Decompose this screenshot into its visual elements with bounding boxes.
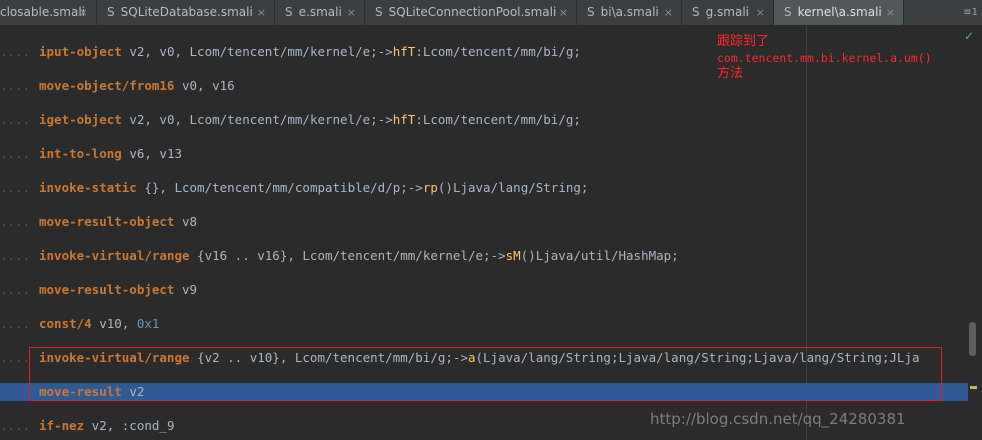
opcode: int-to-long [39, 146, 122, 161]
close-tab-icon[interactable]: × [886, 0, 895, 25]
signature: :Lcom/tencent/mm/bi/g; [415, 44, 581, 59]
operands: v0, v16 [174, 78, 235, 93]
tab-5[interactable]: Sbi\a.smali × [577, 0, 682, 25]
signature: ()Ljava/lang/String; [437, 180, 589, 195]
tab-3[interactable]: Se.smali × [275, 0, 365, 25]
close-tab-icon[interactable]: × [79, 0, 88, 25]
tab-label: g.smali [705, 5, 750, 19]
smali-file-icon: S [375, 5, 383, 19]
tab-2[interactable]: S SQLiteDatabase.smali × [97, 0, 275, 25]
annotation-line-3: 方法 [717, 66, 744, 81]
code-line[interactable]: .... invoke-virtual/range {v2 .. v10}, Lc… [0, 349, 968, 367]
tab-label: bi\a.smali [600, 5, 659, 19]
annotation-line-1: 跟踪到了 [717, 34, 770, 49]
literal-number: 0x1 [136, 316, 160, 331]
tab-label: closable.smali [0, 5, 85, 19]
indent-guide: .... [0, 350, 31, 365]
indent-guide: .... [0, 418, 31, 433]
operands: {v16 .. v16}, [189, 248, 303, 263]
code-line[interactable]: .... move-result-object v8 [0, 213, 968, 231]
indent-guide: .... [0, 214, 31, 229]
opcode: iget-object [39, 112, 122, 127]
indent-guide: .... [0, 78, 31, 93]
annotation-line-2: com.tencent.mm.bi.kernel.a.um() [717, 51, 932, 65]
smali-file-icon: S [692, 5, 700, 19]
tab-7[interactable]: Skernel\a.smali × [774, 0, 904, 25]
close-tab-icon[interactable]: × [347, 0, 356, 25]
operands: v2, v0, [121, 44, 190, 59]
opcode: move-result-object [39, 214, 175, 229]
operands: v2 [121, 384, 145, 399]
indent-guide: .... [0, 282, 31, 297]
smali-file-icon: S [784, 5, 792, 19]
watermark: http://blog.csdn.net/qq_24280381 [650, 410, 906, 428]
opcode: move-object/from16 [39, 78, 175, 93]
opcode: move-result [39, 384, 122, 399]
signature: :Lcom/tencent/mm/bi/g; [415, 112, 581, 127]
code-line[interactable]: .... move-result-object v9 [0, 281, 968, 299]
opcode: move-result-object [39, 282, 175, 297]
smali-file-icon: S [285, 5, 293, 19]
indent-guide: .... [0, 44, 31, 59]
tab-4[interactable]: S SQLiteConnectionPool.smali × [365, 0, 577, 25]
smali-file-icon: S [107, 5, 115, 19]
close-tab-icon[interactable]: × [756, 0, 765, 25]
operands: v10, [91, 316, 137, 331]
close-tab-icon[interactable]: × [257, 0, 266, 25]
operands: v9 [174, 282, 198, 297]
operands: {v2 .. v10}, [189, 350, 295, 365]
method-name: a [467, 350, 476, 365]
code-line-selected[interactable]: .... move-result v2 [0, 383, 968, 401]
code-line[interactable]: .... invoke-static {}, Lcom/tencent/mm/co… [0, 179, 968, 197]
smali-file-icon: S [587, 5, 595, 19]
inspection-ok-icon: ✓ [963, 29, 974, 43]
operands: v2, :cond_9 [84, 418, 175, 433]
tab-list-menu-icon[interactable]: ≡1 [963, 0, 978, 25]
opcode: if-nez [39, 418, 85, 433]
tab-1[interactable]: closable.smali × [0, 0, 97, 25]
opcode: iput-object [39, 44, 122, 59]
editor-tab-bar: closable.smali × S SQLiteDatabase.smali × Se.… [0, 0, 982, 26]
operands: v6, v13 [121, 146, 183, 161]
signature: (Ljava/lang/String;Ljava/lang/String;Lja… [475, 350, 920, 365]
code-editor[interactable]: .... iput-object v2, v0, Lcom/tencent/mm/… [0, 26, 982, 440]
code-line[interactable]: .... const/4 v10, 0x1 [0, 315, 968, 333]
indent-guide: .... [0, 384, 31, 399]
code-line[interactable]: .... invoke-virtual/range {v16 .. v16}, L… [0, 247, 968, 265]
operands: v2, v0, [121, 112, 190, 127]
tab-label: SQLiteConnectionPool.smali [388, 5, 557, 19]
method-name: sM [505, 248, 521, 263]
class-reference: Lcom/tencent/mm/kernel/e;-> [302, 248, 506, 263]
opcode: invoke-static [39, 180, 137, 195]
operands: v8 [174, 214, 198, 229]
indent-guide: .... [0, 248, 31, 263]
indent-guide: .... [0, 180, 31, 195]
method-name: rp [422, 180, 438, 195]
method-name: hfT [392, 112, 416, 127]
tab-6[interactable]: Sg.smali × [682, 0, 774, 25]
indent-guide: .... [0, 112, 31, 127]
code-line[interactable]: .... iget-object v2, v0, Lcom/tencent/mm/… [0, 111, 968, 129]
operands: {}, [136, 180, 175, 195]
tab-label: kernel\a.smali [797, 5, 882, 19]
indent-guide: .... [0, 316, 31, 331]
opcode: invoke-virtual/range [39, 248, 190, 263]
class-reference: Lcom/tencent/mm/kernel/e;-> [189, 44, 393, 59]
opcode: const/4 [39, 316, 92, 331]
signature: ()Ljava/util/HashMap; [520, 248, 679, 263]
code-line[interactable]: .... int-to-long v6, v13 [0, 145, 968, 163]
scrollbar-marker [970, 386, 977, 389]
close-tab-icon[interactable]: × [559, 0, 568, 25]
tab-label: e.smali [298, 5, 342, 19]
class-reference: Lcom/tencent/mm/kernel/e;-> [189, 112, 393, 127]
close-tab-icon[interactable]: × [664, 0, 673, 25]
indent-guide: .... [0, 146, 31, 161]
class-reference: Lcom/tencent/mm/bi/g;-> [294, 350, 468, 365]
red-annotation: 跟踪到了 com.tencent.mm.bi.kernel.a.um() 方法 [717, 34, 932, 82]
method-name: hfT [392, 44, 416, 59]
opcode: invoke-virtual/range [39, 350, 190, 365]
class-reference: Lcom/tencent/mm/compatible/d/p;-> [174, 180, 423, 195]
vertical-scrollbar-thumb[interactable] [969, 322, 976, 356]
tab-label: SQLiteDatabase.smali [120, 5, 253, 19]
